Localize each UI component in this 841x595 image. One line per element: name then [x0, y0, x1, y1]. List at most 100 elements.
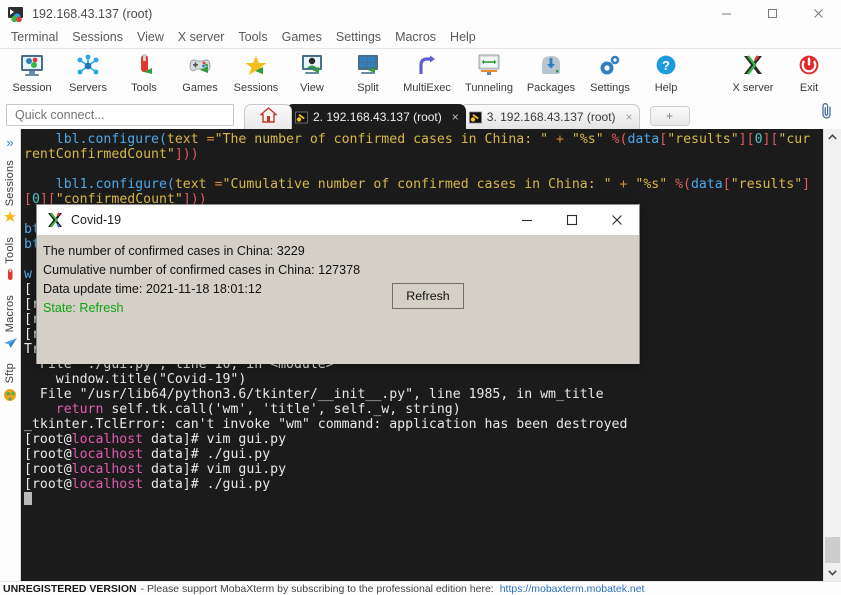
split-icon: [355, 52, 381, 80]
toolbar-help-label: Help: [655, 82, 678, 94]
toolbar-sessions-label: Sessions: [234, 82, 279, 94]
toolbar-multiexec-label: MultiExec: [403, 82, 451, 94]
covid-dialog: Covid-19 The number of confirmed cases i…: [36, 204, 640, 364]
terminal-cursor: [24, 492, 32, 505]
terminal-line: return self.tk.call('wm', 'title', self.…: [24, 402, 823, 417]
tools-icon: [3, 267, 17, 283]
toolbar-settings-button[interactable]: Settings: [582, 49, 638, 94]
menu-settings[interactable]: Settings: [329, 28, 388, 47]
terminal-text: [24, 402, 56, 417]
sidebar-item-sessions[interactable]: Sessions: [3, 160, 17, 227]
window-controls: [703, 0, 841, 27]
menu-terminal[interactable]: Terminal: [4, 28, 65, 47]
home-tab-icon: [260, 107, 277, 128]
menu-sessions[interactable]: Sessions: [65, 28, 130, 47]
chevron-double-right-icon[interactable]: »: [6, 135, 13, 150]
toolbar-games-button[interactable]: Games: [172, 49, 228, 94]
terminal-text: vim gui.py: [207, 462, 286, 477]
toolbar-servers-label: Servers: [69, 82, 107, 94]
toolbar-xserver-button[interactable]: X server: [725, 49, 781, 94]
terminal-text: text: [175, 177, 215, 192]
scroll-down-button[interactable]: [824, 564, 841, 581]
refresh-button[interactable]: Refresh: [392, 283, 464, 309]
unregistered-label: UNREGISTERED VERSION: [3, 583, 137, 595]
toolbar-packages-button[interactable]: Packages: [520, 49, 582, 94]
settings-gear-icon: [597, 52, 623, 80]
menu-x-server[interactable]: X server: [171, 28, 232, 47]
home-tab[interactable]: [244, 104, 292, 129]
toolbar-servers-button[interactable]: Servers: [60, 49, 116, 94]
menu-macros[interactable]: Macros: [388, 28, 443, 47]
menu-games[interactable]: Games: [275, 28, 329, 47]
confirmed-cases-line: The number of confirmed cases in China: …: [43, 242, 639, 261]
tab-session-2[interactable]: 2. 192.168.43.137 (root) ×: [286, 104, 466, 129]
toolbar-tools-button[interactable]: Tools: [116, 49, 172, 94]
toolbar-view-button[interactable]: View: [284, 49, 340, 94]
toolbar-tunneling-button[interactable]: Tunneling: [458, 49, 520, 94]
menu-tools[interactable]: Tools: [231, 28, 274, 47]
terminal-text: localhost: [72, 432, 143, 447]
toolbar-tools-label: Tools: [131, 82, 157, 94]
sidebar-item-macros-label: Macros: [4, 295, 16, 332]
tunneling-icon: [476, 52, 502, 80]
terminal-text: ]: [739, 132, 747, 147]
terminal-text: File "/usr/lib64/python3.6/tkinter/__ini…: [24, 387, 604, 402]
tab-bar: 2. 192.168.43.137 (root) × 3. 192.168.43…: [0, 101, 841, 129]
covid-dialog-close-button[interactable]: [594, 205, 639, 235]
toolbar-help-button[interactable]: ? Help: [638, 49, 694, 94]
terminal-text: w: [24, 267, 32, 282]
terminal-line: window.title("Covid-19"): [24, 372, 823, 387]
terminal-line: rentConfirmedCount"])): [24, 147, 823, 162]
status-bar: UNREGISTERED VERSION - Please support Mo…: [0, 581, 841, 595]
terminal-scrollbar[interactable]: [823, 129, 841, 581]
terminal-text: data]#: [143, 477, 207, 492]
tab-session-3-label: 3. 192.168.43.137 (root): [487, 110, 616, 124]
toolbar-settings-label: Settings: [590, 82, 630, 94]
star-icon: [3, 209, 17, 225]
svg-text:?: ?: [662, 58, 670, 73]
paperclip-icon[interactable]: [819, 102, 835, 125]
terminal-text: "results": [667, 132, 738, 147]
covid-dialog-maximize-button[interactable]: [549, 205, 594, 235]
terminal-text: "%s": [572, 132, 604, 147]
covid-dialog-minimize-button[interactable]: [504, 205, 549, 235]
mobaxterm-icon: [8, 6, 24, 22]
help-icon: ?: [653, 52, 679, 80]
menu-bar: Terminal Sessions View X server Tools Ga…: [0, 27, 841, 49]
toolbar-exit-button[interactable]: Exit: [781, 49, 837, 94]
menu-view[interactable]: View: [130, 28, 171, 47]
sidebar-item-macros[interactable]: Macros: [3, 295, 18, 353]
toolbar-session-button[interactable]: Session: [4, 49, 60, 94]
sidebar-item-tools[interactable]: Tools: [3, 237, 17, 285]
terminal-text: +: [612, 177, 636, 192]
terminal-text: vim gui.py: [207, 432, 286, 447]
scroll-up-button[interactable]: [824, 129, 841, 146]
quick-connect-input[interactable]: [6, 104, 234, 126]
covid-dialog-title: Covid-19: [71, 213, 121, 227]
mobaxterm-link[interactable]: https://mobaxterm.mobatek.net: [500, 583, 645, 595]
servers-icon: [75, 52, 101, 80]
sidebar-item-sftp[interactable]: Sftp: [3, 363, 17, 404]
tab-session-3-close-icon[interactable]: ×: [626, 110, 633, 124]
maximize-button[interactable]: [749, 0, 795, 27]
sessions-star-icon: [243, 52, 269, 80]
toolbar-split-button[interactable]: Split: [340, 49, 396, 94]
terminal-text: data]#: [143, 432, 207, 447]
terminal-line: [root@localhost data]# vim gui.py: [24, 432, 823, 447]
terminal-text: data: [691, 177, 723, 192]
toolbar-sessions-button[interactable]: Sessions: [228, 49, 284, 94]
toolbar-session-label: Session: [12, 82, 51, 94]
menu-help[interactable]: Help: [443, 28, 483, 47]
toolbar-exit-label: Exit: [800, 82, 818, 94]
terminal-text: =: [207, 132, 215, 147]
tab-session-2-close-icon[interactable]: ×: [452, 110, 459, 124]
scrollbar-thumb[interactable]: [825, 537, 840, 563]
minimize-button[interactable]: [703, 0, 749, 27]
toolbar-multiexec-button[interactable]: MultiExec: [396, 49, 458, 94]
sidebar-item-sessions-label: Sessions: [4, 160, 16, 206]
tab-session-3[interactable]: 3. 192.168.43.137 (root) ×: [460, 104, 640, 129]
close-button[interactable]: [795, 0, 841, 27]
tools-icon: [131, 52, 157, 80]
terminal-text: [: [24, 192, 32, 207]
new-tab-button[interactable]: +: [650, 106, 690, 126]
